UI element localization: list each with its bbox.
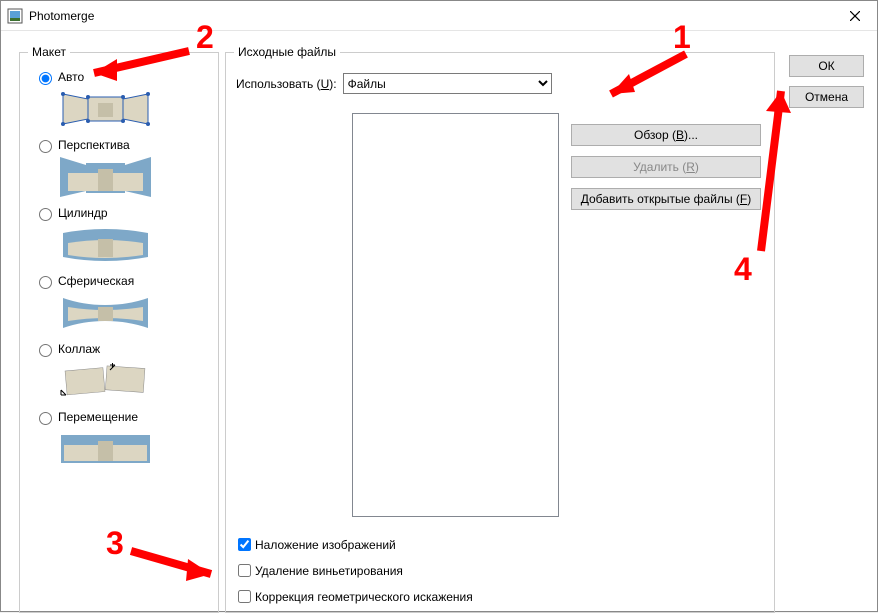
annotation-3: 3 <box>106 525 124 562</box>
dialog-body: Макет Авто Перспектива <box>1 31 877 611</box>
layout-option-spherical[interactable]: Сферическая <box>34 273 210 289</box>
annotation-2: 2 <box>196 19 214 56</box>
geometric-correction-check[interactable]: Коррекция геометрического искажения <box>234 587 473 606</box>
check-label: Наложение изображений <box>255 538 396 552</box>
thumb-perspective <box>58 157 153 197</box>
radio-collage[interactable] <box>39 344 52 357</box>
layout-legend: Макет <box>28 45 70 59</box>
layout-option-perspective[interactable]: Перспектива <box>34 137 210 153</box>
file-list[interactable] <box>352 113 559 517</box>
titlebar: Photomerge <box>1 1 877 31</box>
annotation-4: 4 <box>734 251 752 288</box>
add-open-files-button[interactable]: Добавить открытые файлы (F) <box>571 188 761 210</box>
thumb-reposition <box>58 429 153 469</box>
window-title: Photomerge <box>29 9 832 23</box>
use-row: Использовать (U): Файлы <box>236 73 766 94</box>
thumb-auto <box>58 89 153 129</box>
app-icon <box>7 8 23 24</box>
radio-label: Перспектива <box>58 138 130 152</box>
layout-option-collage[interactable]: Коллаж <box>34 341 210 357</box>
radio-spherical[interactable] <box>39 276 52 289</box>
radio-label: Авто <box>58 70 84 84</box>
radio-cylindrical[interactable] <box>39 208 52 221</box>
radio-label: Коллаж <box>58 342 100 356</box>
thumb-spherical <box>58 293 153 333</box>
check-label: Удаление виньетирования <box>255 564 403 578</box>
source-files-group: Исходные файлы Использовать (U): Файлы О… <box>225 45 775 613</box>
layout-option-auto[interactable]: Авто <box>34 69 210 85</box>
close-button[interactable] <box>832 1 877 31</box>
annotation-1: 1 <box>673 19 691 56</box>
cancel-button[interactable]: Отмена <box>789 86 864 108</box>
radio-auto[interactable] <box>39 72 52 85</box>
browse-button[interactable]: Обзор (B)... <box>571 124 761 146</box>
photomerge-dialog: Photomerge Макет Авто <box>0 0 878 612</box>
radio-perspective[interactable] <box>39 140 52 153</box>
checkbox-geo[interactable] <box>238 590 251 603</box>
radio-label: Перемещение <box>58 410 138 424</box>
checkbox-vignette[interactable] <box>238 564 251 577</box>
vignette-removal-check[interactable]: Удаление виньетирования <box>234 561 403 580</box>
checkbox-blend[interactable] <box>238 538 251 551</box>
layout-option-cylindrical[interactable]: Цилиндр <box>34 205 210 221</box>
ok-button[interactable]: ОК <box>789 55 864 77</box>
use-label: Использовать (U): <box>236 77 337 91</box>
source-legend: Исходные файлы <box>234 45 340 59</box>
remove-button[interactable]: Удалить (R) <box>571 156 761 178</box>
radio-label: Цилиндр <box>58 206 108 220</box>
check-label: Коррекция геометрического искажения <box>255 590 473 604</box>
use-dropdown[interactable]: Файлы <box>343 73 552 94</box>
radio-label: Сферическая <box>58 274 134 288</box>
blend-images-check[interactable]: Наложение изображений <box>234 535 396 554</box>
radio-reposition[interactable] <box>39 412 52 425</box>
thumb-collage <box>58 361 153 401</box>
layout-option-reposition[interactable]: Перемещение <box>34 409 210 425</box>
thumb-cylindrical <box>58 225 153 265</box>
